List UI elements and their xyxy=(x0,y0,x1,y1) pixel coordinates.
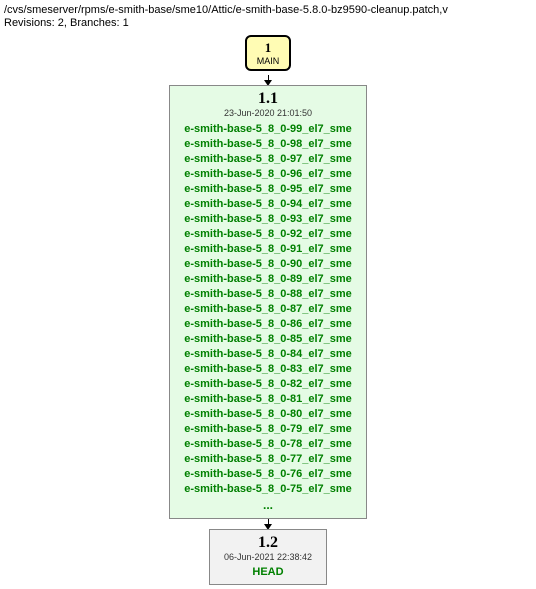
tag-item: e-smith-base-5_8_0-77_el7_sme xyxy=(184,452,352,467)
tag-item: e-smith-base-5_8_0-84_el7_sme xyxy=(184,347,352,362)
tag-item: e-smith-base-5_8_0-79_el7_sme xyxy=(184,422,352,437)
branch-box[interactable]: 1 MAIN xyxy=(245,35,292,71)
tag-item: e-smith-base-5_8_0-92_el7_sme xyxy=(184,227,352,242)
revision-date: 23-Jun-2020 21:01:50 xyxy=(184,108,352,118)
tag-list: e-smith-base-5_8_0-99_el7_smee-smith-bas… xyxy=(184,122,352,497)
tag-item: e-smith-base-5_8_0-82_el7_sme xyxy=(184,377,352,392)
revision-number: 1.1 xyxy=(184,90,352,108)
tag-item: e-smith-base-5_8_0-76_el7_sme xyxy=(184,467,352,482)
tag-item: e-smith-base-5_8_0-93_el7_sme xyxy=(184,212,352,227)
tag-item: e-smith-base-5_8_0-98_el7_sme xyxy=(184,137,352,152)
tag-item: e-smith-base-5_8_0-91_el7_sme xyxy=(184,242,352,257)
tag-item: e-smith-base-5_8_0-90_el7_sme xyxy=(184,257,352,272)
tag-item: e-smith-base-5_8_0-86_el7_sme xyxy=(184,317,352,332)
revision-date: 06-Jun-2021 22:38:42 xyxy=(224,552,312,562)
branch-number: 1 xyxy=(257,40,280,56)
tag-item: e-smith-base-5_8_0-95_el7_sme xyxy=(184,182,352,197)
revision-box-1.2[interactable]: 1.2 06-Jun-2021 22:38:42 HEAD xyxy=(209,529,327,585)
tag-item: e-smith-base-5_8_0-97_el7_sme xyxy=(184,152,352,167)
head-tag: HEAD xyxy=(224,566,312,578)
tag-item: e-smith-base-5_8_0-88_el7_sme xyxy=(184,287,352,302)
tag-item: e-smith-base-5_8_0-75_el7_sme xyxy=(184,482,352,497)
tag-item: e-smith-base-5_8_0-78_el7_sme xyxy=(184,437,352,452)
tag-item: e-smith-base-5_8_0-87_el7_sme xyxy=(184,302,352,317)
tag-item: e-smith-base-5_8_0-85_el7_sme xyxy=(184,332,352,347)
revision-diagram: 1 MAIN 1.1 23-Jun-2020 21:01:50 e-smith-… xyxy=(4,35,532,585)
file-path: /cvs/smeserver/rpms/e-smith-base/sme10/A… xyxy=(4,4,532,16)
tag-item: e-smith-base-5_8_0-81_el7_sme xyxy=(184,392,352,407)
revisions-info: Revisions: 2, Branches: 1 xyxy=(4,17,532,29)
revision-box-1.1[interactable]: 1.1 23-Jun-2020 21:01:50 e-smith-base-5_… xyxy=(169,85,367,519)
branch-name: MAIN xyxy=(257,56,280,66)
revision-number: 1.2 xyxy=(224,534,312,552)
tag-item: e-smith-base-5_8_0-83_el7_sme xyxy=(184,362,352,377)
tag-item: e-smith-base-5_8_0-94_el7_sme xyxy=(184,197,352,212)
tag-ellipsis: ... xyxy=(184,498,352,512)
tag-item: e-smith-base-5_8_0-80_el7_sme xyxy=(184,407,352,422)
tag-item: e-smith-base-5_8_0-89_el7_sme xyxy=(184,272,352,287)
tag-item: e-smith-base-5_8_0-96_el7_sme xyxy=(184,167,352,182)
tag-item: e-smith-base-5_8_0-99_el7_sme xyxy=(184,122,352,137)
